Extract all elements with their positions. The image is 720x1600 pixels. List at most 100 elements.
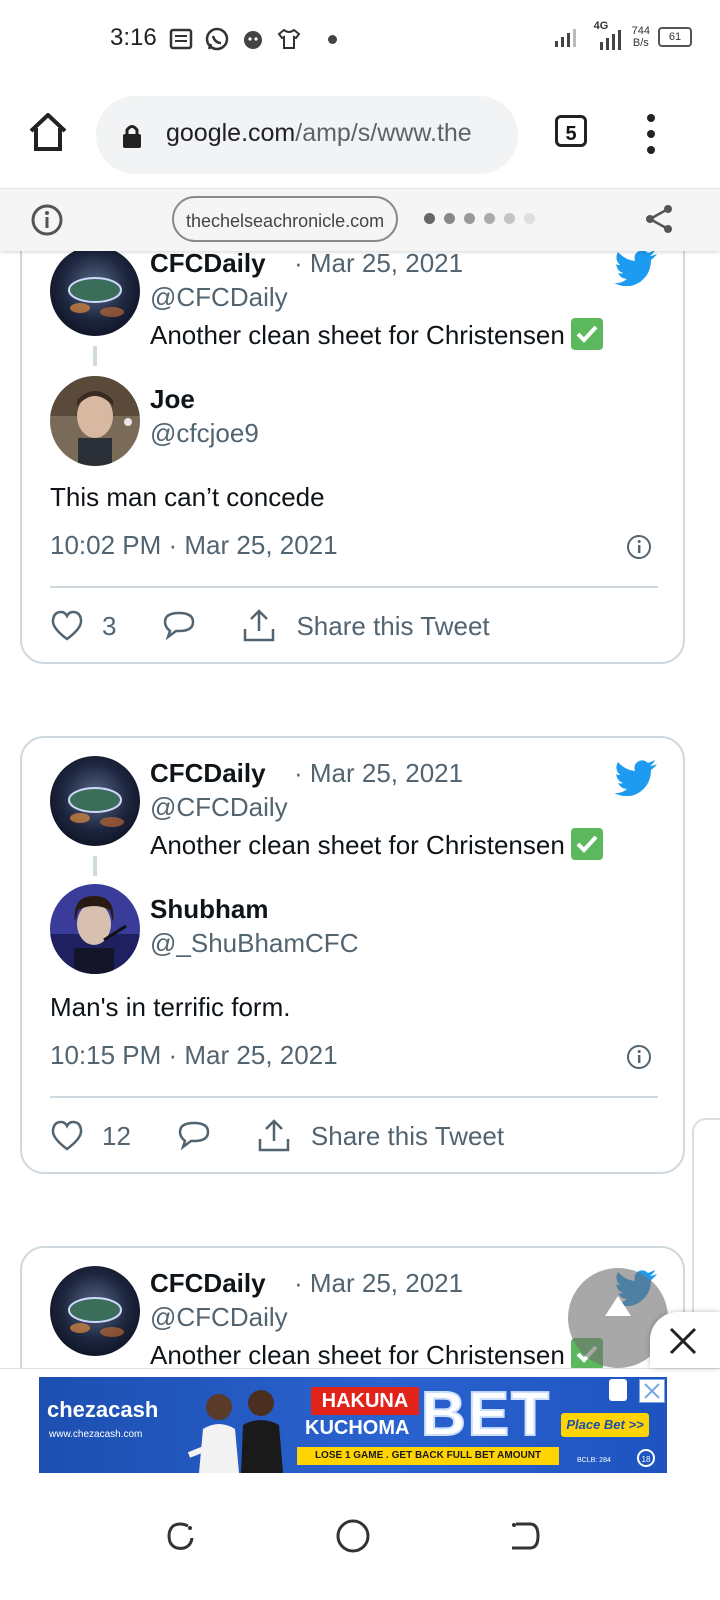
page-dot <box>524 213 535 224</box>
url-text[interactable]: google.com/amp/s/www.the <box>166 119 472 148</box>
twitter-logo-icon[interactable] <box>614 250 658 286</box>
side-panel-edge[interactable] <box>692 1118 720 1332</box>
amp-header-bar: thechelseachronicle.com <box>0 188 720 251</box>
tweet-card[interactable]: CFCDaily · Mar 25, 2021 @CFCDaily Anothe… <box>20 250 685 664</box>
page-dot <box>504 213 515 224</box>
like-count: 12 <box>102 1120 131 1151</box>
article-content: CFCDaily · Mar 25, 2021 @CFCDaily Anothe… <box>0 250 720 1368</box>
tweet-timestamp[interactable]: 10:15 PM · Mar 25, 2021 <box>50 1040 338 1071</box>
net-speed-unit: B/s <box>632 37 649 49</box>
quoted-text: Another clean sheet for Christensen <box>150 320 565 350</box>
share-tweet-icon[interactable] <box>242 609 276 643</box>
battery-icon: 61 <box>658 27 692 47</box>
ad-banner[interactable]: chezacash www.chezacash.com HAKUNA KUCHO… <box>39 1377 667 1473</box>
avatar-shubham[interactable] <box>50 884 140 974</box>
quoted-author-name[interactable]: CFCDaily <box>150 1268 266 1299</box>
quoted-tweet-text: Another clean sheet for Christensen <box>150 828 603 861</box>
tweet-actions: 3 Share this Tweet <box>50 606 490 646</box>
url-bar[interactable]: google.com/amp/s/www.the <box>96 96 518 174</box>
network-type: 4G <box>593 20 609 32</box>
share-icon[interactable] <box>644 203 674 235</box>
page-dot <box>484 213 495 224</box>
tab-switcher-button[interactable]: 5 <box>555 115 587 147</box>
share-tweet-icon[interactable] <box>257 1119 291 1153</box>
quoted-text: Another clean sheet for Christensen <box>150 830 565 860</box>
tweet-text: This man can’t concede <box>50 482 325 512</box>
arrow-up-icon <box>605 1296 631 1316</box>
info-icon[interactable] <box>30 203 64 237</box>
quoted-author-name[interactable]: CFCDaily <box>150 758 266 789</box>
ad-close-button[interactable] <box>650 1312 720 1368</box>
tweet-actions: 12 Share this Tweet <box>50 1116 504 1156</box>
tweet-divider <box>50 586 658 588</box>
reply-icon[interactable] <box>162 610 196 642</box>
tweet-card[interactable]: CFCDaily · Mar 25, 2021 @CFCDaily Anothe… <box>20 736 685 1174</box>
status-bar: 3:16 4G 744 B/s 61 <box>0 0 720 80</box>
share-tweet-button[interactable]: Share this Tweet <box>311 1121 504 1152</box>
twitter-logo-icon[interactable] <box>614 760 658 796</box>
quoted-handle[interactable]: @CFCDaily <box>150 792 288 823</box>
home-icon[interactable] <box>26 110 70 154</box>
more-menu-icon[interactable] <box>640 112 662 156</box>
quoted-tweet-text: Another clean sheet for Christensen <box>150 1338 603 1368</box>
quoted-date[interactable]: · Mar 25, 2021 <box>294 758 463 789</box>
quoted-author-name[interactable]: CFCDaily <box>150 250 266 279</box>
check-mark-icon <box>570 318 603 350</box>
like-count: 3 <box>102 610 117 641</box>
quoted-tweet-text: Another clean sheet for Christensen <box>150 318 603 351</box>
avatar-cfcdaily[interactable] <box>50 756 140 846</box>
thread-line <box>93 346 97 366</box>
reply-handle[interactable]: @cfcjoe9 <box>150 418 259 449</box>
thread-line <box>93 856 97 876</box>
ad-brand: chezacash <box>47 1397 159 1422</box>
ad-people-image <box>187 1390 283 1473</box>
url-path: /amp/s/www.the <box>295 119 472 147</box>
ad-place-bet-button[interactable]: Place Bet >> <box>561 1413 649 1437</box>
page-dot <box>424 213 435 224</box>
whatsapp-icon <box>205 27 229 51</box>
reply-author-name[interactable]: Shubham <box>150 894 268 925</box>
ad-dismiss-button[interactable] <box>639 1379 665 1403</box>
notification-icons <box>168 26 302 52</box>
home-nav-icon[interactable] <box>335 1518 371 1554</box>
signal-icon <box>554 29 576 47</box>
back-icon[interactable] <box>506 1518 542 1554</box>
avatar-cfcdaily[interactable] <box>50 250 140 336</box>
quoted-date[interactable]: · Mar 25, 2021 <box>294 1268 463 1299</box>
share-tweet-button[interactable]: Share this Tweet <box>296 611 489 642</box>
lock-icon[interactable] <box>120 122 144 150</box>
ad-hakuna: HAKUNA <box>311 1387 419 1415</box>
recent-apps-icon[interactable] <box>162 1518 198 1554</box>
page-dot <box>444 213 455 224</box>
net-speed-value: 744 <box>631 25 650 37</box>
ad-license: BCLB: 284 <box>577 1457 611 1464</box>
android-icon <box>244 31 262 49</box>
tweet-info-icon[interactable] <box>626 1044 652 1070</box>
quoted-handle[interactable]: @CFCDaily <box>150 282 288 313</box>
reply-icon[interactable] <box>177 1120 211 1152</box>
reply-author-name[interactable]: Joe <box>150 384 195 415</box>
shirt-icon <box>277 28 301 49</box>
tweet-timestamp[interactable]: 10:02 PM · Mar 25, 2021 <box>50 530 338 561</box>
avatar-cfcdaily[interactable] <box>50 1266 140 1356</box>
more-notifications-dot <box>328 35 337 44</box>
close-icon <box>644 1383 660 1399</box>
ad-choices-icon[interactable] <box>609 1379 627 1401</box>
reply-handle[interactable]: @_ShuBhamCFC <box>150 928 358 959</box>
status-time: 3:16 <box>110 24 157 51</box>
amp-domain: thechelseachronicle.com <box>186 211 385 231</box>
ad-brand-url: www.chezacash.com <box>49 1429 143 1440</box>
ad-bet: BET <box>420 1379 551 1450</box>
quoted-date[interactable]: · Mar 25, 2021 <box>294 250 463 279</box>
quoted-text: Another clean sheet for Christensen <box>150 1340 565 1368</box>
message-icon <box>169 28 193 50</box>
like-icon[interactable] <box>50 1120 84 1152</box>
avatar-joe[interactable] <box>50 376 140 466</box>
net-speed: 744 B/s <box>632 25 650 49</box>
tweet-info-icon[interactable] <box>626 534 652 560</box>
like-icon[interactable] <box>50 610 84 642</box>
ad-age-badge: 18 <box>637 1449 655 1467</box>
amp-domain-pill[interactable]: thechelseachronicle.com <box>172 196 399 242</box>
quoted-handle[interactable]: @CFCDaily <box>150 1302 288 1333</box>
ad-kuchoma: KUCHOMA <box>305 1417 410 1439</box>
